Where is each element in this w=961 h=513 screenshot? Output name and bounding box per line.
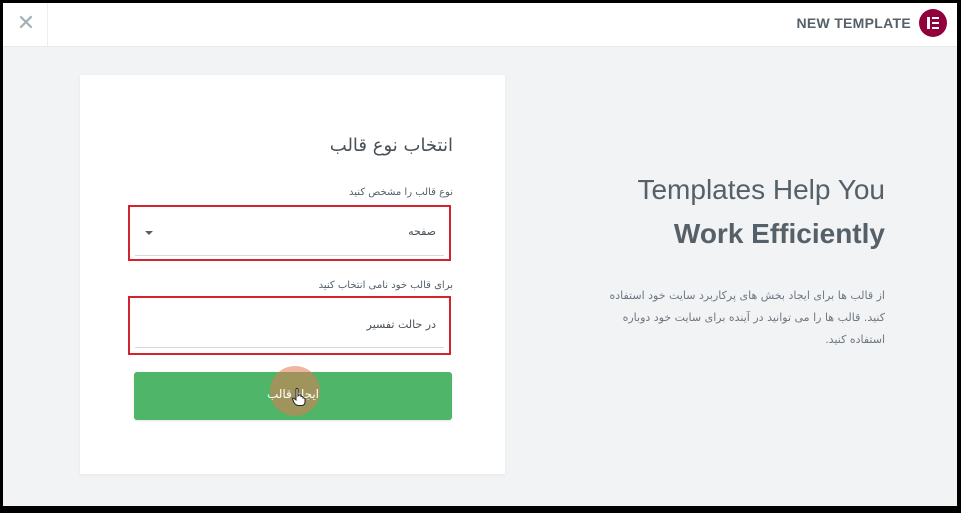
modal-title: NEW TEMPLATE — [796, 15, 911, 31]
template-modal: ✕ NEW TEMPLATE انتخاب نوع قالب نوع قالب … — [3, 3, 957, 506]
template-name-input[interactable] — [176, 318, 436, 331]
template-type-highlight: صفحه — [128, 205, 451, 261]
header-divider — [47, 3, 48, 46]
promo-description: از قالب ها برای ایجاد بخش های پرکاربرد س… — [609, 289, 885, 346]
promo-heading: Templates Help You Work Efficiently — [637, 168, 885, 256]
hand-cursor-icon — [292, 388, 306, 406]
template-name-label: برای قالب خود نامی انتخاب کنید — [318, 280, 453, 291]
template-name-highlight — [128, 296, 451, 355]
close-icon[interactable]: ✕ — [13, 11, 39, 37]
create-template-button[interactable]: ایجاد قالب — [134, 366, 452, 420]
promo-heading-line2: Work Efficiently — [673, 218, 885, 249]
template-type-select[interactable]: صفحه — [135, 212, 444, 256]
caret-down-icon — [145, 231, 153, 235]
form-title: انتخاب نوع قالب — [329, 135, 453, 156]
promo-heading-line1: Templates Help You — [637, 174, 885, 205]
template-type-value: صفحه — [408, 225, 436, 238]
new-template-form-card: انتخاب نوع قالب نوع قالب را مشخص کنید صف… — [80, 75, 505, 474]
elementor-logo-icon — [919, 9, 947, 37]
modal-header: ✕ NEW TEMPLATE — [3, 3, 957, 47]
template-name-field — [135, 305, 444, 348]
template-type-label: نوع قالب را مشخص کنید — [349, 187, 453, 198]
